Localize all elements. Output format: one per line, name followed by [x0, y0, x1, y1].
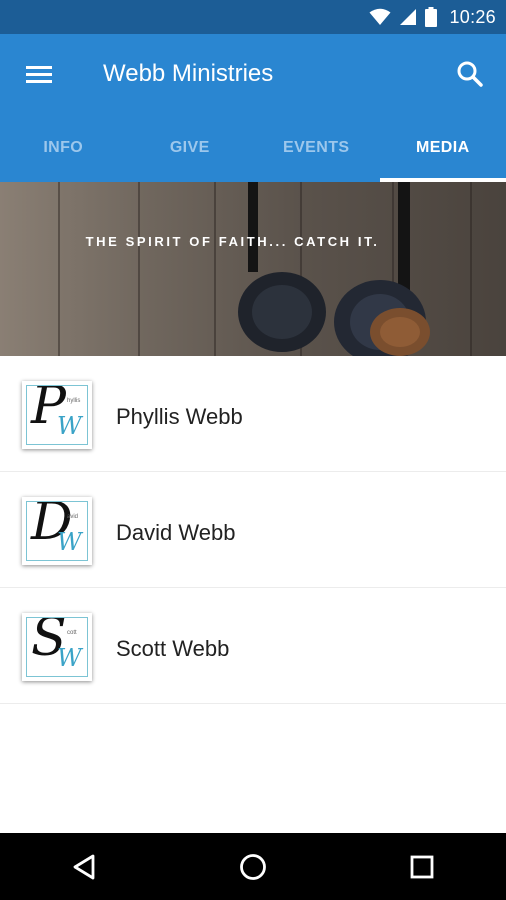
- search-button[interactable]: [454, 58, 486, 90]
- tab-events[interactable]: EVENTS: [253, 114, 380, 182]
- app-bar: Webb Ministries INFO GIVE EVENTS MEDIA: [0, 34, 506, 182]
- battery-icon: [425, 7, 438, 27]
- list-item-david-webb[interactable]: D avid W David Webb: [0, 472, 506, 588]
- thumb-subtext: cott: [67, 630, 77, 636]
- home-button[interactable]: [223, 837, 283, 897]
- wood-plank-line: [214, 182, 216, 356]
- tab-give[interactable]: GIVE: [127, 114, 254, 182]
- thumb-subtext: hyllis: [67, 398, 81, 404]
- list-item-title: Phyllis Webb: [116, 404, 243, 429]
- media-banner: THE SPIRIT OF FAITH... CATCH IT.: [0, 182, 506, 356]
- status-bar: 10:26: [0, 0, 506, 34]
- list-item-title: David Webb: [116, 520, 236, 545]
- avatar: D avid W: [22, 497, 92, 565]
- wood-plank-line: [138, 182, 140, 356]
- thumb-w-mark: W: [57, 412, 82, 440]
- tab-media[interactable]: MEDIA: [379, 114, 506, 182]
- toolbar: Webb Ministries: [0, 34, 506, 114]
- recents-button[interactable]: [392, 837, 452, 897]
- back-button[interactable]: [54, 837, 114, 897]
- status-icons: 10:26: [369, 7, 496, 28]
- recents-icon: [410, 855, 434, 878]
- thumb-subtext: avid: [67, 514, 79, 520]
- media-list: P hyllis W Phyllis Webb D avid W David W…: [0, 356, 506, 704]
- status-time: 10:26: [449, 6, 496, 27]
- avatar: P hyllis W: [22, 381, 92, 449]
- headphones-image: [238, 182, 430, 356]
- thumb-w-mark: W: [57, 528, 82, 556]
- menu-icon: [26, 66, 52, 83]
- menu-button[interactable]: [18, 58, 58, 90]
- avatar: S cott W: [22, 613, 92, 681]
- list-item-phyllis-webb[interactable]: P hyllis W Phyllis Webb: [0, 356, 506, 472]
- thumb-w-mark: W: [57, 644, 82, 672]
- list-item-title: Scott Webb: [116, 636, 230, 661]
- home-icon: [240, 853, 266, 880]
- tab-info[interactable]: INFO: [0, 114, 127, 182]
- system-nav-bar: [0, 833, 506, 900]
- tab-bar: INFO GIVE EVENTS MEDIA: [0, 114, 506, 182]
- list-item-scott-webb[interactable]: S cott W Scott Webb: [0, 588, 506, 704]
- search-icon: [457, 61, 483, 87]
- cell-signal-icon: [400, 9, 417, 25]
- wifi-icon: [369, 8, 391, 25]
- wood-plank-line: [58, 182, 60, 356]
- banner-tagline: THE SPIRIT OF FAITH... CATCH IT.: [85, 234, 380, 249]
- app-title: Webb Ministries: [103, 60, 274, 87]
- back-icon: [73, 854, 95, 879]
